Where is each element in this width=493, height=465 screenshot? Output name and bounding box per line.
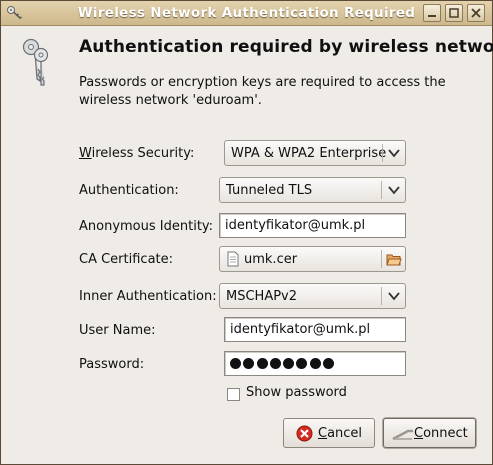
- keys-icon: [22, 38, 49, 86]
- chevron-down-icon: [388, 186, 400, 195]
- titlebar[interactable]: Wireless Network Authentication Required: [1, 1, 492, 26]
- user-name-input[interactable]: identyfikator@umk.pl: [224, 317, 406, 342]
- password-dot: [243, 358, 255, 369]
- wireless-security-label: Wireless Security:: [79, 146, 195, 161]
- dialog-heading: Authentication required by wireless netw…: [79, 37, 493, 57]
- password-dot: [230, 358, 241, 369]
- show-password-checkbox[interactable]: [227, 388, 240, 401]
- ca-certificate-label: CA Certificate:: [79, 252, 174, 267]
- authentication-label: Authentication:: [79, 183, 179, 198]
- password-dot: [323, 358, 335, 369]
- password-dot: [296, 358, 308, 369]
- dialog-description: Passwords or encryption keys are require…: [79, 75, 446, 108]
- ca-certificate-chooser[interactable]: umk.cer: [219, 246, 406, 272]
- wireless-security-combo[interactable]: WPA & WPA2 Enterprise: [224, 140, 406, 166]
- wireless-security-value: WPA & WPA2 Enterprise: [231, 146, 387, 161]
- password-label: Password:: [79, 357, 145, 372]
- cancel-icon: [296, 425, 313, 442]
- maximize-icon: [449, 8, 459, 18]
- cancel-button[interactable]: Cancel: [283, 418, 375, 448]
- authentication-value: Tunneled TLS: [226, 183, 313, 198]
- anonymous-identity-label: Anonymous Identity:: [79, 219, 214, 234]
- user-name-value: identyfikator@umk.pl: [230, 322, 371, 337]
- minimize-icon: [428, 15, 436, 17]
- close-icon: [471, 8, 481, 18]
- chevron-down-icon: [388, 292, 400, 301]
- password-dot: [269, 358, 281, 369]
- cancel-label: Cancel: [318, 426, 363, 441]
- password-dot: [309, 358, 321, 369]
- auth-dialog-window: Wireless Network Authentication Required…: [0, 0, 493, 465]
- show-password-label[interactable]: Show password: [246, 385, 347, 400]
- inner-authentication-label: Inner Authentication:: [79, 289, 217, 304]
- minimize-button[interactable]: [423, 4, 441, 22]
- authentication-combo[interactable]: Tunneled TLS: [219, 177, 406, 203]
- password-input[interactable]: [224, 351, 406, 376]
- file-icon: [227, 251, 239, 267]
- close-button[interactable]: [467, 4, 485, 22]
- inner-authentication-combo[interactable]: MSCHAPv2: [219, 283, 406, 309]
- open-folder-icon: [386, 254, 402, 266]
- connect-button[interactable]: Connect: [383, 418, 476, 448]
- window-title: Wireless Network Authentication Required: [77, 5, 416, 21]
- anonymous-identity-input[interactable]: identyfikator@umk.pl: [219, 213, 406, 238]
- connect-icon: [392, 429, 413, 441]
- password-dot: [256, 358, 268, 369]
- password-dot: [283, 358, 295, 369]
- ca-certificate-value: umk.cer: [244, 252, 298, 267]
- user-name-label: User Name:: [79, 323, 156, 338]
- connect-label: Connect: [414, 426, 468, 441]
- chevron-down-icon: [388, 149, 400, 158]
- password-mask: [230, 358, 336, 373]
- maximize-button[interactable]: [445, 4, 463, 22]
- anonymous-identity-value: identyfikator@umk.pl: [225, 218, 366, 233]
- inner-authentication-value: MSCHAPv2: [226, 289, 298, 304]
